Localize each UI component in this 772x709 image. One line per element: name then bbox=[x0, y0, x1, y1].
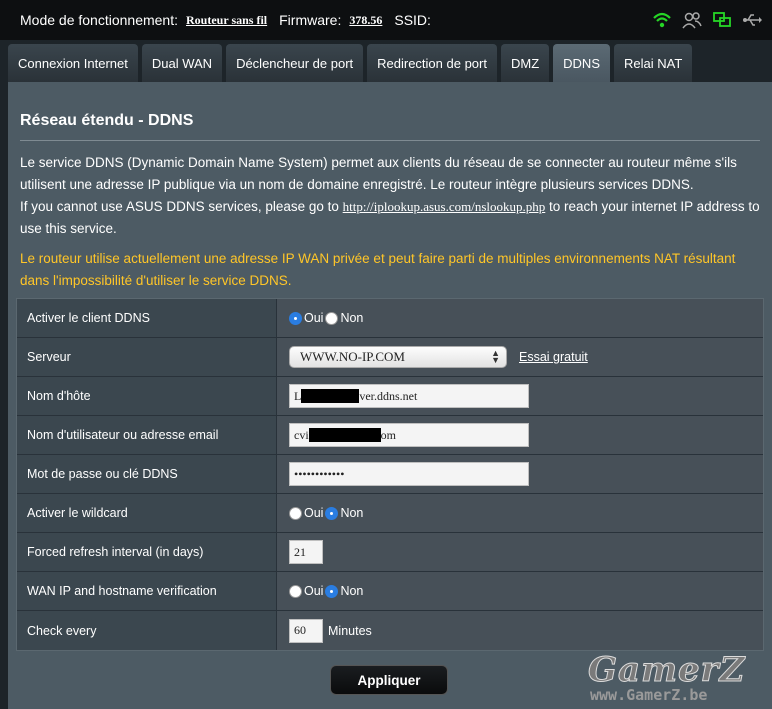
radio-label: Non bbox=[340, 506, 364, 520]
server-select[interactable]: WWW.NO-IP.COM ▲ ▼ bbox=[289, 346, 507, 368]
radio-label: Oui bbox=[304, 311, 324, 325]
tab-relai-nat[interactable]: Relai NAT bbox=[614, 44, 693, 82]
watermark-url: www.GamerZ.be bbox=[590, 686, 708, 704]
radio-checked-icon bbox=[325, 584, 339, 598]
watermark-logo: GamerZ bbox=[587, 650, 746, 691]
password-input[interactable]: •••••••••••• bbox=[289, 462, 529, 486]
table-row: Mot de passe ou clé DDNS •••••••••••• bbox=[17, 455, 763, 494]
wildcard-yes-radio[interactable]: Oui bbox=[289, 506, 323, 520]
mode-value-link[interactable]: Routeur sans fil bbox=[186, 13, 267, 28]
table-row: WAN IP and hostname verification Oui Non bbox=[17, 572, 763, 611]
radio-unchecked-icon bbox=[289, 506, 302, 520]
server-label: Serveur bbox=[17, 338, 277, 376]
mode-label: Mode de fonctionnement: bbox=[20, 12, 178, 28]
hostname-input[interactable]: Lver.ddns.net bbox=[289, 384, 529, 408]
firmware-value-link[interactable]: 378.56 bbox=[349, 13, 382, 28]
ddns-panel: Réseau étendu - DDNS Le service DDNS (Dy… bbox=[8, 82, 772, 709]
radio-checked-icon bbox=[289, 311, 302, 325]
nat-warning: Le routeur utilise actuellement une adre… bbox=[20, 251, 736, 288]
apply-button[interactable]: Appliquer bbox=[330, 665, 448, 695]
check-every-unit: Minutes bbox=[328, 623, 372, 638]
wildcard-label: Activer le wildcard bbox=[17, 494, 277, 532]
hostname-visible-start: L bbox=[294, 388, 302, 403]
username-visible-start: cvi bbox=[294, 427, 309, 442]
verification-no-radio[interactable]: Non bbox=[325, 584, 363, 598]
network-map-icon[interactable] bbox=[712, 10, 732, 30]
enable-ddns-label: Activer le client DDNS bbox=[17, 299, 277, 337]
radio-label: Non bbox=[340, 311, 364, 325]
table-row: Check every 60 Minutes bbox=[17, 611, 763, 650]
check-every-input[interactable]: 60 bbox=[289, 618, 323, 643]
page-title: Réseau étendu - DDNS bbox=[20, 112, 194, 129]
tab-dmz[interactable]: DMZ bbox=[500, 44, 550, 82]
firmware-label: Firmware: bbox=[279, 12, 342, 28]
ddns-settings-table: Activer le client DDNS Oui Non Serveur W… bbox=[16, 298, 764, 651]
username-input[interactable]: cvi om bbox=[289, 423, 529, 447]
refresh-interval-input[interactable]: 21 bbox=[289, 540, 323, 564]
radio-unchecked-icon bbox=[289, 584, 302, 598]
verification-label: WAN IP and hostname verification bbox=[17, 572, 277, 610]
password-label: Mot de passe ou clé DDNS bbox=[17, 455, 277, 493]
status-bar: Mode de fonctionnement: Routeur sans fil… bbox=[0, 0, 772, 40]
table-row: Activer le client DDNS Oui Non bbox=[17, 299, 763, 338]
enable-ddns-no-radio[interactable]: Non bbox=[325, 311, 363, 325]
lookup-text-pre: If you cannot use ASUS DDNS services, pl… bbox=[20, 199, 343, 214]
tab-connexion-internet[interactable]: Connexion Internet bbox=[8, 44, 138, 82]
usb-icon[interactable] bbox=[742, 10, 762, 30]
redaction-bar bbox=[308, 428, 381, 442]
wildcard-no-radio[interactable]: Non bbox=[325, 506, 363, 520]
table-row: Nom d'hôte Lver.ddns.net bbox=[17, 377, 763, 416]
hostname-label: Nom d'hôte bbox=[17, 377, 277, 415]
tab-ddns[interactable]: DDNS bbox=[553, 44, 610, 82]
table-row: Forced refresh interval (in days) 21 bbox=[17, 533, 763, 572]
server-selected-value: WWW.NO-IP.COM bbox=[300, 349, 405, 364]
table-row: Activer le wildcard Oui Non bbox=[17, 494, 763, 533]
title-divider bbox=[20, 140, 760, 141]
iplookup-link[interactable]: http://iplookup.asus.com/nslookup.php bbox=[343, 199, 546, 214]
username-visible-end: om bbox=[380, 427, 397, 442]
radio-label: Non bbox=[340, 584, 364, 598]
table-row: Serveur WWW.NO-IP.COM ▲ ▼ Essai gratuit bbox=[17, 338, 763, 377]
username-label: Nom d'utilisateur ou adresse email bbox=[17, 416, 277, 454]
radio-label: Oui bbox=[304, 506, 324, 520]
radio-checked-icon bbox=[325, 506, 339, 520]
tab-dual-wan[interactable]: Dual WAN bbox=[141, 44, 223, 82]
radio-unchecked-icon bbox=[325, 311, 339, 325]
description-text: Le service DDNS (Dynamic Domain Name Sys… bbox=[20, 155, 737, 192]
hostname-visible-end: ver.ddns.net bbox=[359, 388, 418, 403]
tab-declencheur-de-port[interactable]: Déclencheur de port bbox=[226, 44, 364, 82]
clients-icon[interactable] bbox=[682, 10, 702, 30]
refresh-interval-label: Forced refresh interval (in days) bbox=[17, 533, 277, 571]
wifi-icon[interactable] bbox=[652, 10, 672, 30]
ssid-label: SSID: bbox=[394, 12, 431, 28]
description-lookup: If you cannot use ASUS DDNS services, pl… bbox=[20, 196, 765, 240]
verification-yes-radio[interactable]: Oui bbox=[289, 584, 323, 598]
redaction-bar bbox=[301, 389, 360, 403]
radio-label: Oui bbox=[304, 584, 324, 598]
status-icons bbox=[652, 10, 762, 30]
table-row: Nom d'utilisateur ou adresse email cvi om bbox=[17, 416, 763, 455]
tab-redirection-de-port[interactable]: Redirection de port bbox=[367, 44, 497, 82]
tab-bar: Connexion Internet Dual WAN Déclencheur … bbox=[8, 44, 693, 82]
select-arrows-icon: ▲ ▼ bbox=[491, 348, 500, 365]
check-every-label: Check every bbox=[17, 611, 277, 650]
description: Le service DDNS (Dynamic Domain Name Sys… bbox=[20, 152, 765, 240]
free-trial-link[interactable]: Essai gratuit bbox=[519, 350, 588, 364]
enable-ddns-yes-radio[interactable]: Oui bbox=[289, 311, 323, 325]
